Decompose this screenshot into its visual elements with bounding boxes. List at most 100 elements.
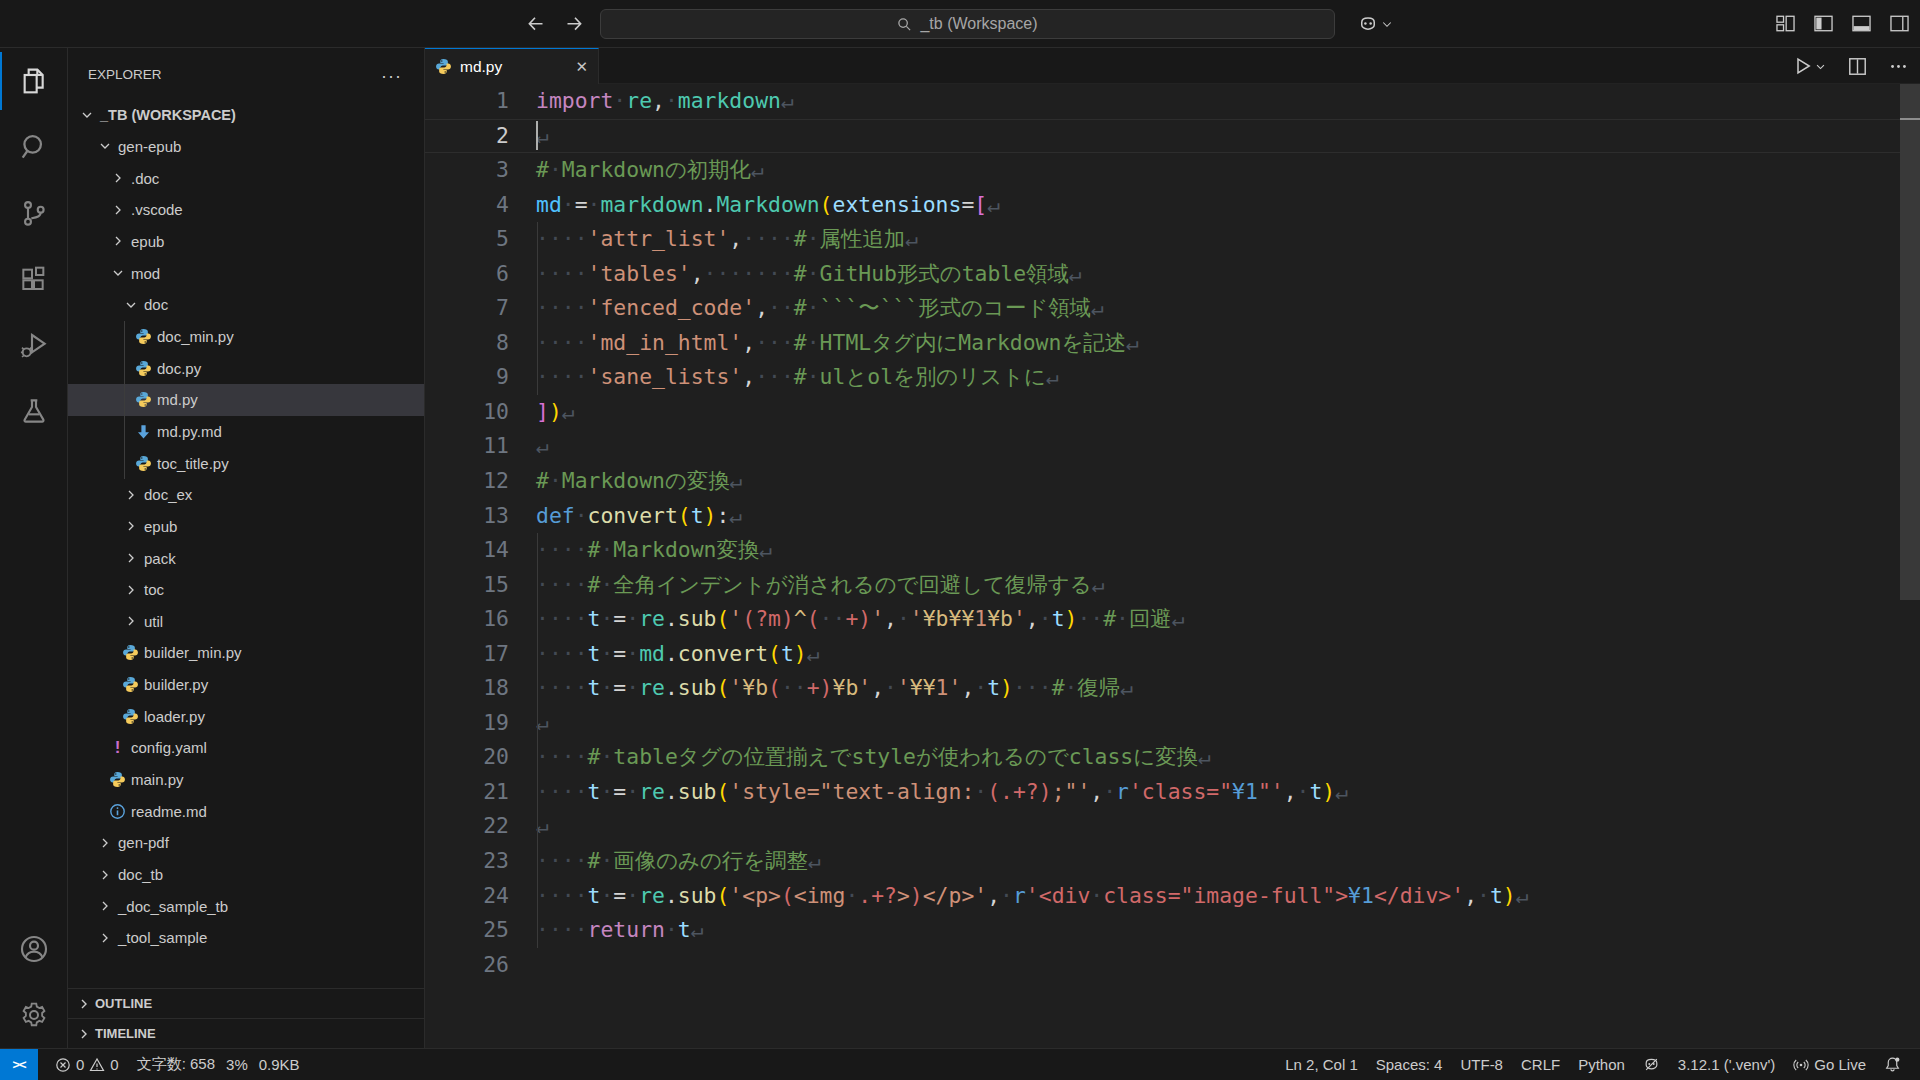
code-line: 17····t·=·md.convert(t)↵ (425, 637, 1920, 672)
editor-scrollbar[interactable] (1900, 84, 1920, 600)
tree-item-doc.py[interactable]: doc.py (68, 352, 424, 384)
chevron-right-icon (96, 898, 113, 915)
tree-item-.doc[interactable]: .doc (68, 162, 424, 194)
charcount-status[interactable]: 文字数: 658 3% 0.9KB (128, 1055, 309, 1074)
tree-item-config.yaml[interactable]: !config.yaml (68, 732, 424, 764)
python-icon (135, 391, 152, 408)
python-icon (122, 708, 139, 725)
tree-item-epub[interactable]: epub (68, 226, 424, 258)
copilot-disabled-icon (1643, 1056, 1660, 1073)
toggle-sidebar-icon[interactable] (1813, 13, 1834, 34)
tree-item-_TB (WORKSPACE)[interactable]: _TB (WORKSPACE) (68, 99, 424, 131)
forward-arrow-icon[interactable] (564, 13, 586, 35)
back-arrow-icon[interactable] (524, 13, 546, 35)
code-line: 11↵ (425, 429, 1920, 464)
tree-item-doc[interactable]: doc (68, 289, 424, 321)
code-line: 24····t·=·re.sub('<p>(<img·.+?>)</p>',·r… (425, 879, 1920, 914)
settings-button[interactable] (0, 982, 68, 1048)
toggle-panel-icon[interactable] (1851, 13, 1872, 34)
copilot-icon (1358, 14, 1378, 34)
gear-icon (18, 999, 50, 1031)
tree-item-toc[interactable]: toc (68, 574, 424, 606)
tree-item-md.py[interactable]: md.py (68, 384, 424, 416)
chevron-right-icon (109, 201, 126, 218)
code-line: 9····'sane_lists',···#·ulとolを別のリストに↵ (425, 360, 1920, 395)
run-debug-tab[interactable] (0, 312, 68, 378)
search-tab[interactable] (0, 114, 68, 180)
golive-status[interactable]: Go Live (1784, 1056, 1875, 1073)
toggle-secondary-sidebar-icon[interactable] (1889, 13, 1910, 34)
code-line: 14····#·Markdown変換↵ (425, 533, 1920, 568)
tree-item-doc_ex[interactable]: doc_ex (68, 479, 424, 511)
line-col-status[interactable]: Ln 2, Col 1 (1276, 1056, 1367, 1073)
split-editor-icon[interactable] (1848, 57, 1867, 76)
spaces-status[interactable]: Spaces: 4 (1367, 1056, 1452, 1073)
copilot-status[interactable] (1634, 1056, 1669, 1073)
chevron-right-icon (109, 170, 126, 187)
account-button[interactable] (0, 916, 68, 982)
title-bar: _tb (Workspace) (0, 0, 1920, 48)
tab-md-py[interactable]: md.py ✕ (425, 48, 599, 84)
search-value: _tb (Workspace) (920, 15, 1037, 33)
testing-tab[interactable] (0, 378, 68, 444)
tab-close-icon[interactable]: ✕ (575, 58, 588, 76)
language-status[interactable]: Python (1569, 1056, 1634, 1073)
tree-item-pack[interactable]: pack (68, 542, 424, 574)
code-line: 21····t·=·re.sub('style="text-align:·(.+… (425, 775, 1920, 810)
python-icon (435, 58, 452, 75)
tree-item-util[interactable]: util (68, 606, 424, 638)
code-editor[interactable]: 1import·re,·markdown↵2↵3#·Markdownの初期化↵4… (425, 84, 1920, 1048)
tree-item-_doc_sample_tb[interactable]: _doc_sample_tb (68, 890, 424, 922)
problems-status[interactable]: 0 0 (46, 1056, 128, 1073)
customize-layout-icon[interactable] (1775, 13, 1796, 34)
encoding-status[interactable]: UTF-8 (1451, 1056, 1512, 1073)
extensions-icon (18, 263, 50, 295)
tree-item-readme.md[interactable]: readme.md (68, 795, 424, 827)
overview-ruler-cursor (1900, 118, 1920, 120)
tree-item-.vscode[interactable]: .vscode (68, 194, 424, 226)
chevron-right-icon (122, 581, 139, 598)
more-actions-icon[interactable]: ··· (381, 66, 402, 87)
search-icon (18, 131, 50, 163)
tree-item-builder_min.py[interactable]: builder_min.py (68, 637, 424, 669)
tree-item-gen-epub[interactable]: gen-epub (68, 131, 424, 163)
tree-item-_tool_sample[interactable]: _tool_sample (68, 922, 424, 954)
tree-item-toc_title.py[interactable]: toc_title.py (68, 447, 424, 479)
code-line: 6····'tables',·······#·GitHub形式のtable領域↵ (425, 257, 1920, 292)
tree-item-gen-pdf[interactable]: gen-pdf (68, 827, 424, 859)
tree-item-doc_tb[interactable]: doc_tb (68, 859, 424, 891)
chevron-down-icon (122, 296, 139, 313)
python-icon (122, 676, 139, 693)
timeline-section[interactable]: TIMELINE (68, 1018, 424, 1048)
tree-item-md.py.md[interactable]: md.py.md (68, 416, 424, 448)
python-icon (135, 360, 152, 377)
warning-count: 0 (110, 1056, 118, 1073)
python-icon (135, 328, 152, 345)
run-python-file-icon[interactable] (1793, 56, 1813, 76)
tree-item-loader.py[interactable]: loader.py (68, 700, 424, 732)
run-dropdown-icon[interactable] (1815, 61, 1826, 72)
explorer-tab[interactable] (0, 48, 68, 114)
editor-more-actions-icon[interactable] (1889, 57, 1908, 76)
tree-item-mod[interactable]: mod (68, 257, 424, 289)
source-control-tab[interactable] (0, 180, 68, 246)
tree-item-doc_min.py[interactable]: doc_min.py (68, 321, 424, 353)
bell-dot-icon (1884, 1056, 1901, 1073)
extensions-tab[interactable] (0, 246, 68, 312)
eol-status[interactable]: CRLF (1512, 1056, 1569, 1073)
copilot-menu[interactable] (1358, 14, 1393, 34)
outline-section[interactable]: OUTLINE (68, 988, 424, 1018)
command-center-search[interactable]: _tb (Workspace) (600, 9, 1335, 39)
remote-indicator[interactable]: >< (0, 1049, 38, 1080)
percent: 3% (226, 1056, 248, 1073)
tree-item-builder.py[interactable]: builder.py (68, 669, 424, 701)
notifications-status[interactable] (1875, 1056, 1910, 1073)
run-debug-icon (18, 329, 50, 361)
tree-item-epub[interactable]: epub (68, 511, 424, 543)
chevron-right-icon (122, 550, 139, 567)
python-interpreter-status[interactable]: 3.12.1 ('.venv') (1669, 1056, 1784, 1073)
code-line: 26 (425, 948, 1920, 983)
code-line: 16····t·=·re.sub('(?m)^(··+)',·'¥b¥¥1¥b'… (425, 602, 1920, 637)
tree-item-main.py[interactable]: main.py (68, 764, 424, 796)
markdown-download-icon (135, 423, 152, 440)
